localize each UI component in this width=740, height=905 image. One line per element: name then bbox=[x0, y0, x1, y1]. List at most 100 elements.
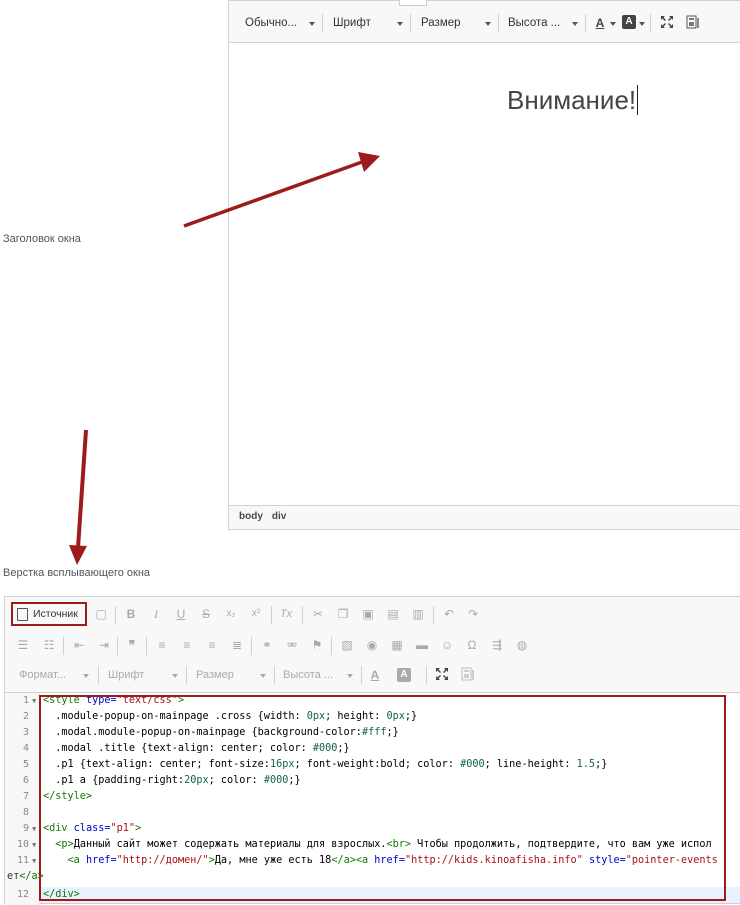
subscript-icon[interactable]: x₂ bbox=[223, 606, 239, 622]
paste-word-icon[interactable]: ▥ bbox=[410, 606, 426, 622]
flash-icon[interactable]: ◉ bbox=[364, 637, 380, 653]
chevron-down-icon bbox=[172, 674, 178, 678]
bold-icon[interactable]: B bbox=[123, 606, 139, 622]
special-char-icon[interactable]: Ω bbox=[464, 637, 480, 653]
anchor-icon[interactable]: ⚑ bbox=[309, 637, 325, 653]
link-icon[interactable]: ⚭ bbox=[259, 637, 275, 653]
text-color-icon[interactable]: A bbox=[367, 667, 383, 683]
code-token: ет bbox=[7, 871, 20, 882]
numbered-list-icon[interactable]: ☰ bbox=[15, 637, 31, 653]
text-color-glyph: A bbox=[370, 668, 380, 682]
toolbar-separator bbox=[426, 666, 427, 684]
toolbar-separator bbox=[251, 637, 252, 655]
bulleted-list-icon[interactable]: ☷ bbox=[41, 637, 57, 653]
markup-editor-toolbar: Источник ▢ B I U S x₂ x² Tx ✂ ❐ ▣ ▤ ▥ ↶ … bbox=[5, 597, 740, 693]
page-break-icon[interactable]: ⇶ bbox=[489, 637, 505, 653]
line-number-text: 9 bbox=[22, 823, 29, 834]
toolbar-separator bbox=[361, 666, 362, 684]
toolbar-separator bbox=[98, 666, 99, 684]
indent-icon[interactable]: ⇥ bbox=[96, 637, 112, 653]
line-number-text: 7 bbox=[22, 791, 29, 802]
copy-icon[interactable]: ❐ bbox=[335, 606, 351, 622]
toolbar-separator bbox=[146, 637, 147, 655]
line-number-text: 5 bbox=[22, 759, 29, 770]
cut-icon[interactable]: ✂ bbox=[310, 606, 326, 622]
strike-glyph: S bbox=[201, 607, 210, 621]
table-icon[interactable]: ▦ bbox=[389, 637, 405, 653]
subscript-glyph: x₂ bbox=[226, 608, 236, 619]
line-number-text: 10 bbox=[16, 839, 29, 850]
chevron-down-icon bbox=[260, 674, 266, 678]
new-page-icon[interactable]: ▢ bbox=[93, 606, 109, 622]
align-justify-icon[interactable]: ≣ bbox=[229, 637, 245, 653]
window-title-label: Заголовок окна bbox=[3, 233, 81, 245]
format-combo-label: Формат... bbox=[19, 669, 67, 681]
line-number-text: 6 bbox=[22, 775, 29, 786]
source-icon bbox=[17, 608, 28, 621]
blockquote-icon[interactable]: ❞ bbox=[124, 637, 140, 653]
strikethrough-icon[interactable]: S bbox=[198, 606, 214, 622]
remove-format-icon[interactable]: Tx bbox=[278, 606, 294, 622]
unlink-icon[interactable]: ⚮ bbox=[284, 637, 300, 653]
toolbar-separator bbox=[331, 637, 332, 655]
line-number-text: 2 bbox=[22, 711, 29, 722]
arrow-to-heading bbox=[183, 152, 380, 228]
superscript-glyph: x² bbox=[251, 608, 261, 619]
fold-arrow-icon[interactable]: ▼ bbox=[32, 821, 36, 837]
line-number-text: 12 bbox=[16, 889, 29, 900]
bold-glyph: B bbox=[126, 607, 136, 621]
line-height-combo[interactable]: Высота ... bbox=[283, 665, 355, 685]
underline-icon[interactable]: U bbox=[173, 606, 189, 622]
size-combo[interactable]: Размер bbox=[196, 665, 268, 685]
italic-icon[interactable]: I bbox=[148, 606, 164, 622]
fold-arrow-icon[interactable]: ▼ bbox=[32, 693, 36, 709]
chevron-down-icon bbox=[347, 674, 353, 678]
line-number-text: 1 bbox=[22, 695, 29, 706]
font-combo[interactable]: Шрифт bbox=[108, 665, 180, 685]
line-number-text: 3 bbox=[22, 727, 29, 738]
font-combo-label: Шрифт bbox=[108, 669, 145, 681]
redo-icon[interactable]: ↷ bbox=[465, 606, 481, 622]
code-highlight-box bbox=[39, 695, 726, 901]
outdent-icon[interactable]: ⇤ bbox=[71, 637, 87, 653]
bg-color-icon[interactable]: A bbox=[397, 668, 411, 682]
format-combo[interactable]: Формат... bbox=[19, 665, 91, 685]
toolbar-separator bbox=[63, 637, 64, 655]
popup-markup-label: Верстка всплывающего окна bbox=[3, 567, 151, 579]
line-number-text: 11 bbox=[16, 855, 29, 866]
line-number-text: 4 bbox=[22, 743, 29, 754]
source-button-label: Источник bbox=[33, 608, 78, 620]
omega-glyph: Ω bbox=[467, 638, 477, 652]
toolbar-separator bbox=[302, 606, 303, 624]
size-combo-label: Размер bbox=[196, 669, 234, 681]
align-right-icon[interactable]: ≡ bbox=[204, 637, 220, 653]
iframe-icon[interactable]: ◍ bbox=[514, 637, 530, 653]
line-number-text: 8 bbox=[22, 807, 29, 818]
paste-icon[interactable]: ▣ bbox=[360, 606, 376, 622]
align-center-icon[interactable]: ≡ bbox=[179, 637, 195, 653]
image-icon[interactable]: ▧ bbox=[339, 637, 355, 653]
smiley-icon[interactable]: ☺ bbox=[439, 637, 455, 653]
toolbar-separator bbox=[271, 606, 272, 624]
bg-color-glyph: A bbox=[400, 669, 408, 680]
underline-glyph: U bbox=[176, 607, 186, 621]
superscript-icon[interactable]: x² bbox=[248, 606, 264, 622]
remove-format-glyph: Tx bbox=[279, 608, 293, 620]
paste-text-icon[interactable]: ▤ bbox=[385, 606, 401, 622]
fold-arrow-icon[interactable]: ▼ bbox=[32, 837, 36, 853]
maximize-icon[interactable] bbox=[434, 667, 450, 683]
toolbar-separator bbox=[115, 606, 116, 624]
arrow-to-markup bbox=[69, 429, 88, 565]
show-blocks-icon[interactable] bbox=[460, 667, 476, 683]
horizontal-rule-icon[interactable]: ▬ bbox=[414, 637, 430, 653]
toolbar-separator bbox=[274, 666, 275, 684]
chevron-down-icon bbox=[83, 674, 89, 678]
align-left-icon[interactable]: ≡ bbox=[154, 637, 170, 653]
italic-glyph: I bbox=[154, 607, 158, 621]
toolbar-separator bbox=[117, 637, 118, 655]
blockquote-glyph: ❞ bbox=[128, 638, 136, 652]
fold-arrow-icon[interactable]: ▼ bbox=[32, 853, 36, 869]
toolbar-separator bbox=[186, 666, 187, 684]
undo-icon[interactable]: ↶ bbox=[441, 606, 457, 622]
source-button[interactable]: Источник bbox=[11, 602, 87, 626]
